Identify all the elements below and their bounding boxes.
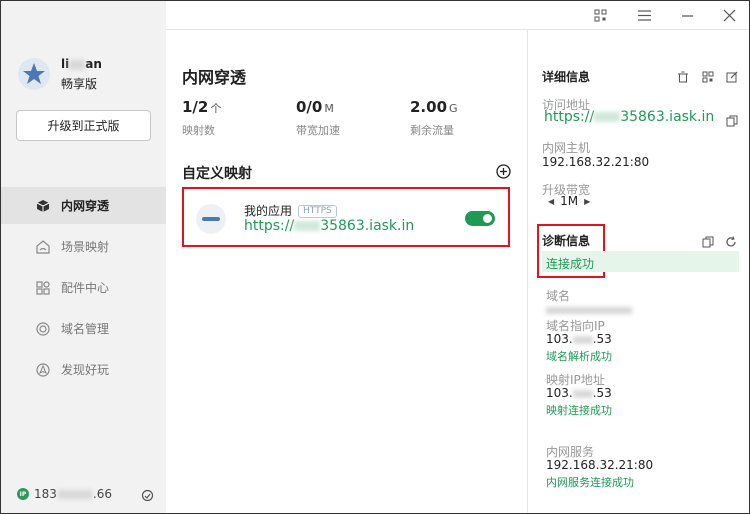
sidebar-item-discover[interactable]: 发现好玩 bbox=[1, 351, 166, 388]
house-icon bbox=[35, 239, 51, 255]
mapping-card[interactable]: 我的应用 HTTPS https:// 35863.iask.in bbox=[182, 187, 510, 247]
stat-mappings: 1/2 个 映射数 bbox=[182, 98, 221, 138]
connection-status: 连接成功 bbox=[546, 257, 595, 271]
sidebar-item-accessories[interactable]: 配件中心 bbox=[1, 269, 166, 306]
domain-icon bbox=[35, 321, 51, 337]
ip-prefix: 103. bbox=[546, 332, 573, 346]
ip-prefix: 103. bbox=[546, 386, 573, 400]
sidebar: li an 畅享版 升级到正式版 内网穿透 场景映射 配件中心 域名管理 发现好… bbox=[1, 1, 166, 513]
map-ip-status: 映射连接成功 bbox=[546, 404, 612, 417]
stat-value: 1/2 bbox=[182, 98, 209, 116]
ip-prefix: 183 bbox=[34, 487, 57, 501]
stat-bandwidth: 0/0 M 带宽加速 bbox=[296, 98, 340, 138]
copy-icon[interactable] bbox=[726, 112, 738, 127]
url-prefix: https:// bbox=[244, 218, 295, 234]
bandwidth-value: 1M bbox=[560, 194, 579, 208]
domain-ip-value: 103. .53 bbox=[546, 332, 612, 346]
app-name: 我的应用 bbox=[244, 204, 293, 218]
stat-value: 0/0 bbox=[296, 98, 323, 116]
stat-value: 2.00 bbox=[410, 98, 448, 116]
qrcode-icon[interactable] bbox=[702, 68, 714, 83]
user-name-prefix: li bbox=[61, 57, 70, 71]
sidebar-item-domain[interactable]: 域名管理 bbox=[1, 310, 166, 347]
avatar[interactable] bbox=[17, 57, 51, 91]
bandwidth-stepper[interactable]: ◀ 1M ▶ bbox=[542, 194, 596, 208]
close-icon[interactable] bbox=[721, 7, 737, 23]
menu-icon[interactable] bbox=[636, 7, 652, 23]
delete-icon[interactable] bbox=[677, 68, 689, 83]
increase-arrow-icon[interactable]: ▶ bbox=[584, 197, 590, 206]
protocol-badge: HTTPS bbox=[298, 205, 337, 218]
stat-traffic: 2.00 G 剩余流量 bbox=[410, 98, 458, 138]
url-prefix: https:// bbox=[544, 109, 595, 125]
redacted-text bbox=[546, 307, 632, 314]
stat-unit: M bbox=[324, 102, 334, 115]
host-label: 内网主机 bbox=[542, 141, 591, 155]
host-value: 192.168.32.21:80 bbox=[542, 155, 650, 169]
redacted-text bbox=[594, 112, 621, 122]
app-url[interactable]: https:// 35863.iask.in bbox=[244, 218, 414, 234]
domain-label: 域名 bbox=[546, 289, 571, 303]
minimize-icon[interactable] bbox=[679, 7, 695, 23]
toggle-knob bbox=[483, 214, 492, 223]
sidebar-item-label: 场景映射 bbox=[61, 240, 110, 254]
refresh-icon[interactable] bbox=[725, 233, 737, 247]
ip-icon: IP bbox=[17, 488, 29, 500]
redacted-text bbox=[572, 335, 593, 344]
url-suffix: 35863.iask.in bbox=[320, 218, 415, 234]
sidebar-item-tunnel[interactable]: 内网穿透 bbox=[1, 187, 166, 224]
copy-icon[interactable] bbox=[702, 233, 714, 248]
stat-label: 映射数 bbox=[182, 124, 215, 137]
user-name: li an bbox=[61, 57, 102, 71]
sidebar-nav: 内网穿透 场景映射 配件中心 域名管理 发现好玩 bbox=[1, 187, 166, 392]
diagnosis-title: 诊断信息 bbox=[542, 234, 591, 248]
qrcode-icon[interactable] bbox=[592, 7, 608, 23]
stat-unit: 个 bbox=[210, 102, 222, 115]
redacted-text bbox=[69, 59, 86, 70]
stat-label: 带宽加速 bbox=[296, 124, 340, 137]
mapping-toggle[interactable] bbox=[465, 211, 495, 226]
app-icon bbox=[196, 204, 226, 234]
access-address-link[interactable]: https:// 35863.iask.in bbox=[544, 109, 714, 125]
map-ip-value: 103. .53 bbox=[546, 386, 612, 400]
sidebar-item-label: 发现好玩 bbox=[61, 363, 110, 377]
sidebar-item-scene[interactable]: 场景映射 bbox=[1, 228, 166, 265]
edit-icon[interactable] bbox=[726, 68, 738, 83]
cube-icon bbox=[35, 198, 51, 214]
service-value: 192.168.32.21:80 bbox=[546, 458, 654, 472]
app-window: li an 畅享版 升级到正式版 内网穿透 场景映射 配件中心 域名管理 发现好… bbox=[0, 0, 750, 514]
sidebar-item-label: 域名管理 bbox=[61, 322, 110, 336]
sidebar-item-label: 配件中心 bbox=[61, 281, 110, 295]
page-title: 内网穿透 bbox=[182, 68, 247, 87]
url-suffix: 35863.iask.in bbox=[620, 109, 715, 125]
stat-unit: G bbox=[449, 102, 458, 115]
decrease-arrow-icon[interactable]: ◀ bbox=[548, 197, 554, 206]
domain-value bbox=[546, 303, 632, 317]
grid-icon bbox=[35, 280, 51, 296]
detail-title: 详细信息 bbox=[542, 70, 591, 84]
app-name-row: 我的应用 HTTPS bbox=[244, 202, 337, 219]
domain-ip-status: 域名解析成功 bbox=[546, 350, 612, 363]
user-name-suffix: an bbox=[85, 57, 102, 71]
add-mapping-icon[interactable] bbox=[496, 164, 511, 179]
ip-suffix: .53 bbox=[592, 332, 612, 346]
detail-panel: 详细信息 访问地址 https://35863.iask.in 内网主机 192… bbox=[527, 30, 749, 513]
compass-icon bbox=[35, 362, 51, 378]
ip-suffix: .53 bbox=[592, 386, 612, 400]
ip-suffix: .66 bbox=[92, 487, 112, 501]
stat-label: 剩余流量 bbox=[410, 124, 454, 137]
ip-refresh-icon[interactable] bbox=[141, 487, 154, 502]
redacted-text bbox=[57, 489, 92, 499]
sidebar-item-label: 内网穿透 bbox=[61, 199, 110, 213]
edition-label: 畅享版 bbox=[61, 77, 98, 91]
service-status: 内网服务连接成功 bbox=[546, 476, 634, 489]
upgrade-button[interactable]: 升级到正式版 bbox=[16, 110, 151, 141]
redacted-text bbox=[294, 221, 321, 231]
redacted-text bbox=[572, 389, 593, 398]
public-ip: IP 183 .66 bbox=[17, 487, 112, 501]
custom-mapping-title: 自定义映射 bbox=[182, 166, 252, 182]
